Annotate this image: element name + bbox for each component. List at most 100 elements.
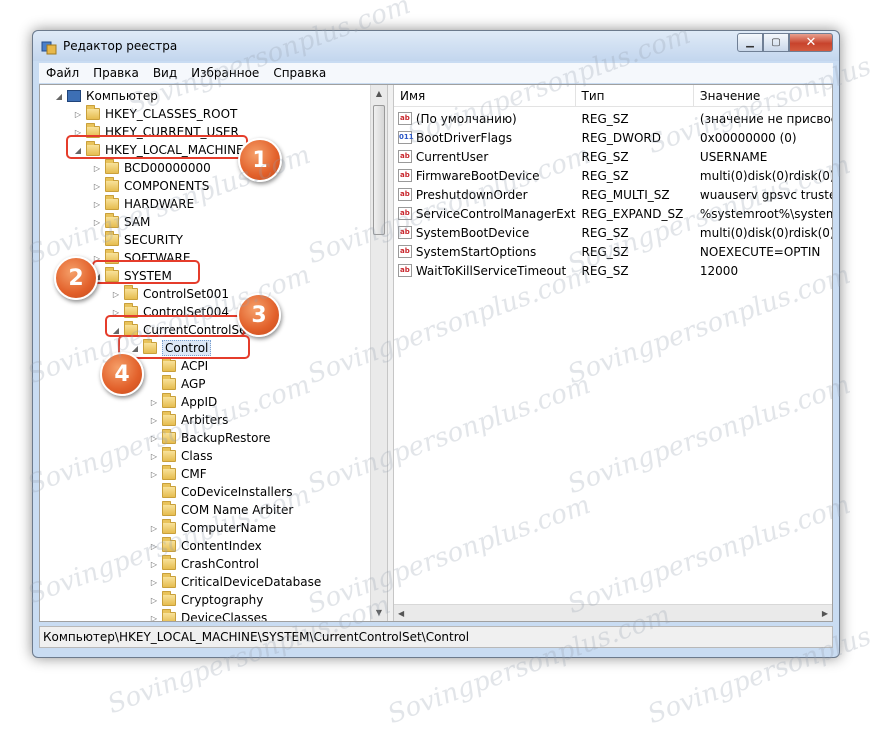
value-type: REG_SZ [581,225,629,240]
tree-node-label: CMF [181,467,207,481]
tree-node-bcd00000000[interactable]: ▷ BCD00000000 [92,159,211,177]
expand-arrow-icon[interactable]: ▷ [149,452,159,461]
tree-node-security[interactable]: SECURITY [92,231,183,249]
tree-node-criticaldevicedatabase[interactable]: ▷ CriticalDeviceDatabase [149,573,321,591]
minimize-button[interactable]: ▁ [737,33,763,52]
value-row[interactable]: abServiceControlManagerExtension REG_EXPA… [394,204,832,223]
value-row[interactable]: ab SystemStartOptions REG_SZ NOEXECUTE=OPT… [394,242,832,261]
tree-node-компьютер[interactable]: ◢ Компьютер [54,87,158,105]
tree-node-crashcontrol[interactable]: ▷ CrashControl [149,555,259,573]
expand-arrow-icon[interactable]: ▷ [149,416,159,425]
tree-node-sam[interactable]: ▷ SAM [92,213,150,231]
column-type[interactable]: Тип [576,85,694,107]
expand-arrow-icon[interactable]: ▷ [149,578,159,587]
expand-arrow-icon[interactable]: ▷ [149,596,159,605]
close-button[interactable]: ✕ [789,33,833,52]
value-type: REG_SZ [581,149,629,164]
tree-node-label: Cryptography [181,593,264,607]
expand-arrow-icon[interactable]: ▷ [92,164,102,173]
tree-node-label: AGP [181,377,206,391]
expand-arrow-icon[interactable]: ▷ [92,200,102,209]
folder-icon [162,393,176,408]
menu-help[interactable]: Справка [266,66,333,80]
value-row[interactable]: ab WaitToKillServiceTimeout REG_SZ 12000 [394,261,832,280]
expand-arrow-icon[interactable]: ▷ [111,290,121,299]
computer-icon [67,90,81,102]
folder-icon [162,357,176,372]
expand-arrow-icon[interactable]: ▷ [149,560,159,569]
tree-node-hkey-classes-root[interactable]: ▷ HKEY_CLASSES_ROOT [73,105,237,123]
value-data: NOEXECUTE=OPTIN [699,244,821,259]
tree-node-com-name-arbiter[interactable]: COM Name Arbiter [149,501,293,519]
maximize-button[interactable]: ▢ [763,33,789,52]
expand-arrow-icon[interactable]: ▷ [149,542,159,551]
folder-icon [162,537,176,552]
collapse-arrow-icon[interactable]: ◢ [54,92,64,101]
string-value-icon: ab [398,207,412,220]
title-bar[interactable]: Редактор реестра ▁ ▢ ✕ [33,31,839,61]
tree-node-backuprestore[interactable]: ▷ BackupRestore [149,429,271,447]
folder-icon [162,555,176,570]
tree-node-label: HKEY_CLASSES_ROOT [105,107,238,121]
value-row[interactable]: ab CurrentUser REG_SZ USERNAME [394,147,832,166]
value-type: REG_EXPAND_SZ [581,206,684,221]
folder-icon [162,429,176,444]
expand-arrow-icon[interactable]: ▷ [73,110,83,119]
value-row[interactable]: 011 BootDriverFlags REG_DWORD 0x00000000 (0… [394,128,832,147]
value-type: REG_DWORD [581,130,661,145]
tree-node-label: CriticalDeviceDatabase [181,575,322,589]
column-name[interactable]: Имя [394,85,576,107]
scroll-left-icon[interactable]: ◀ [398,609,404,618]
column-value[interactable]: Значение [694,85,832,107]
folder-icon [105,231,119,246]
scroll-down-icon[interactable]: ▼ [371,604,387,621]
tree-node-label: CoDeviceInstallers [181,485,293,499]
value-name: (По умолчанию) [415,111,517,126]
tree-node-codeviceinstallers[interactable]: CoDeviceInstallers [149,483,292,501]
expand-arrow-icon[interactable]: ▷ [149,614,159,622]
expand-arrow-icon[interactable]: ▷ [92,218,102,227]
scroll-right-icon[interactable]: ▶ [822,609,828,618]
expand-arrow-icon[interactable]: ▷ [149,470,159,479]
tree-node-label: ControlSet001 [143,287,229,301]
value-row[interactable]: ab SystemBootDevice REG_SZ multi(0)disk(0)r… [394,223,832,242]
tree-node-class[interactable]: ▷ Class [149,447,213,465]
scroll-up-icon[interactable]: ▲ [371,85,387,102]
expand-arrow-icon[interactable]: ▷ [149,434,159,443]
tree-node-label: DeviceClasses [181,611,268,621]
scroll-thumb[interactable] [373,105,385,235]
menu-file[interactable]: Файл [39,66,86,80]
value-name: CurrentUser [415,149,489,164]
tree-node-arbiters[interactable]: ▷ Arbiters [149,411,228,429]
expand-arrow-icon[interactable]: ▷ [149,398,159,407]
expand-arrow-icon[interactable]: ▷ [149,524,159,533]
menu-edit[interactable]: Правка [86,66,146,80]
tree-node-acpi[interactable]: ACPI [149,357,208,375]
menu-bar: Файл Правка Вид Избранное Справка [39,63,833,83]
tree-node-components[interactable]: ▷ COMPONENTS [92,177,209,195]
expand-arrow-icon[interactable]: ▷ [92,182,102,191]
tree-node-agp[interactable]: AGP [149,375,206,393]
menu-view[interactable]: Вид [146,66,184,80]
value-data: 12000 [699,263,739,278]
value-type: REG_SZ [581,244,629,259]
folder-icon [86,105,100,120]
tree-node-hardware[interactable]: ▷ HARDWARE [92,195,194,213]
value-row[interactable]: ab PreshutdownOrder REG_MULTI_SZ wuauserv g… [394,185,832,204]
value-row[interactable]: ab (По умолчанию) REG_SZ (значение не присв… [394,109,832,128]
value-row[interactable]: ab FirmwareBootDevice REG_SZ multi(0)disk(0… [394,166,832,185]
tree-node-computername[interactable]: ▷ ComputerName [149,519,276,537]
tree-node-appid[interactable]: ▷ AppID [149,393,217,411]
highlight-control [118,335,250,359]
tree-node-label: BCD00000000 [124,161,211,175]
tree-node-deviceclasses[interactable]: ▷ DeviceClasses [149,609,267,621]
tree-node-contentindex[interactable]: ▷ ContentIndex [149,537,262,555]
tree-node-controlset001[interactable]: ▷ ControlSet001 [111,285,229,303]
horizontal-scrollbar[interactable]: ◀ ▶ [394,604,832,621]
menu-favorites[interactable]: Избранное [184,66,266,80]
values-list[interactable]: Имя Тип Значение ◀ ▶ ab (По умолчанию) REG… [394,85,832,621]
value-data: %systemroot%\system32\scext.dll [699,206,832,221]
tree-scrollbar[interactable]: ▲ ▼ [370,85,387,621]
tree-node-cmf[interactable]: ▷ CMF [149,465,207,483]
tree-node-cryptography[interactable]: ▷ Cryptography [149,591,263,609]
